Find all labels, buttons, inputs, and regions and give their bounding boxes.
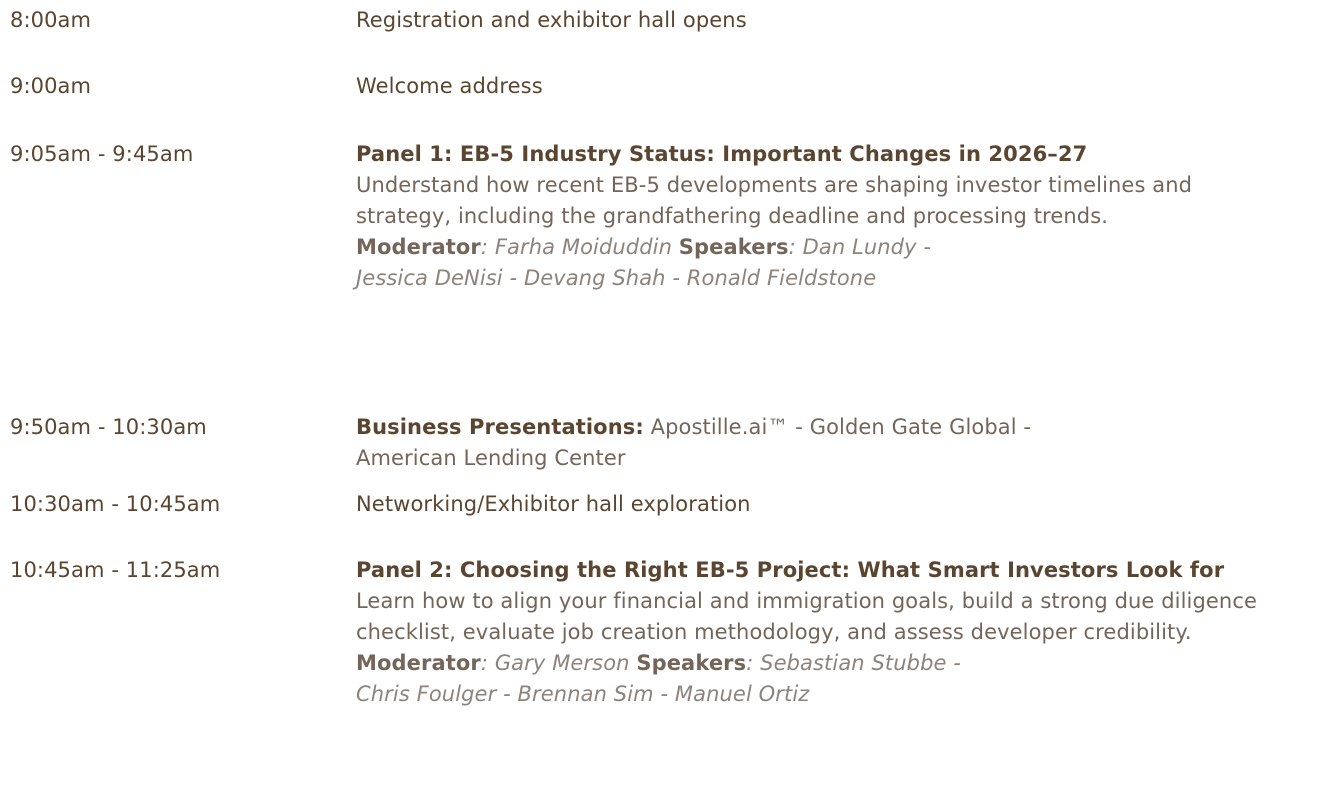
speakers-separator: : — [788, 235, 803, 259]
agenda-schedule: 8:00am Registration and exhibitor hall o… — [0, 0, 1317, 793]
business-presentations-items: American Lending Center — [356, 446, 626, 470]
speakers-separator: : — [746, 651, 761, 675]
agenda-time: 10:45am - 11:25am — [10, 558, 221, 582]
agenda-time: 9:00am — [10, 74, 92, 98]
moderator-label: Moderator — [356, 235, 481, 259]
moderator-separator: : — [480, 651, 495, 675]
agenda-time: 9:50am - 10:30am — [10, 415, 207, 439]
panel-description: Understand how recent EB-5 developments … — [356, 173, 1193, 228]
panel-block: Panel 1: EB-5 Industry Status: Important… — [356, 139, 1306, 294]
panel-people: Moderator: Farha Moiduddin Speakers: Dan… — [356, 232, 1306, 294]
moderator-separator: : — [480, 235, 495, 259]
agenda-item-text: Registration and exhibitor hall opens — [356, 8, 747, 32]
panel-block: Panel 2: Choosing the Right EB-5 Project… — [356, 555, 1306, 710]
business-presentations-label: Business Presentations: — [356, 415, 644, 439]
speakers-names: Dan Lundy - — [802, 235, 932, 259]
speakers-names: Sebastian Stubbe - — [760, 651, 961, 675]
agenda-item-text: Networking/Exhibitor hall exploration — [356, 492, 751, 516]
speakers-names: Chris Foulger - Brennan Sim - Manuel Ort… — [356, 682, 810, 706]
agenda-time: 10:30am - 10:45am — [10, 492, 221, 516]
panel-people: Moderator: Gary Merson Speakers: Sebasti… — [356, 648, 1306, 710]
panel-title: Panel 2: Choosing the Right EB-5 Project… — [356, 558, 1225, 582]
business-presentations-items: Apostille.ai™ - Golden Gate Global - — [650, 415, 1032, 439]
speakers-label: Speakers — [636, 651, 747, 675]
speakers-names: Jessica DeNisi - Devang Shah - Ronald Fi… — [356, 266, 877, 290]
moderator-name: Gary Merson — [494, 651, 630, 675]
moderator-name: Farha Moiduddin — [494, 235, 672, 259]
moderator-label: Moderator — [356, 651, 481, 675]
agenda-item-text: Welcome address — [356, 74, 543, 98]
panel-title: Panel 1: EB-5 Industry Status: Important… — [356, 142, 1088, 166]
panel-description: Learn how to align your financial and im… — [356, 589, 1257, 644]
business-presentations: Business Presentations: Apostille.ai™ - … — [356, 412, 1306, 474]
agenda-time: 9:05am - 9:45am — [10, 142, 194, 166]
agenda-time: 8:00am — [10, 8, 92, 32]
speakers-label: Speakers — [678, 235, 789, 259]
